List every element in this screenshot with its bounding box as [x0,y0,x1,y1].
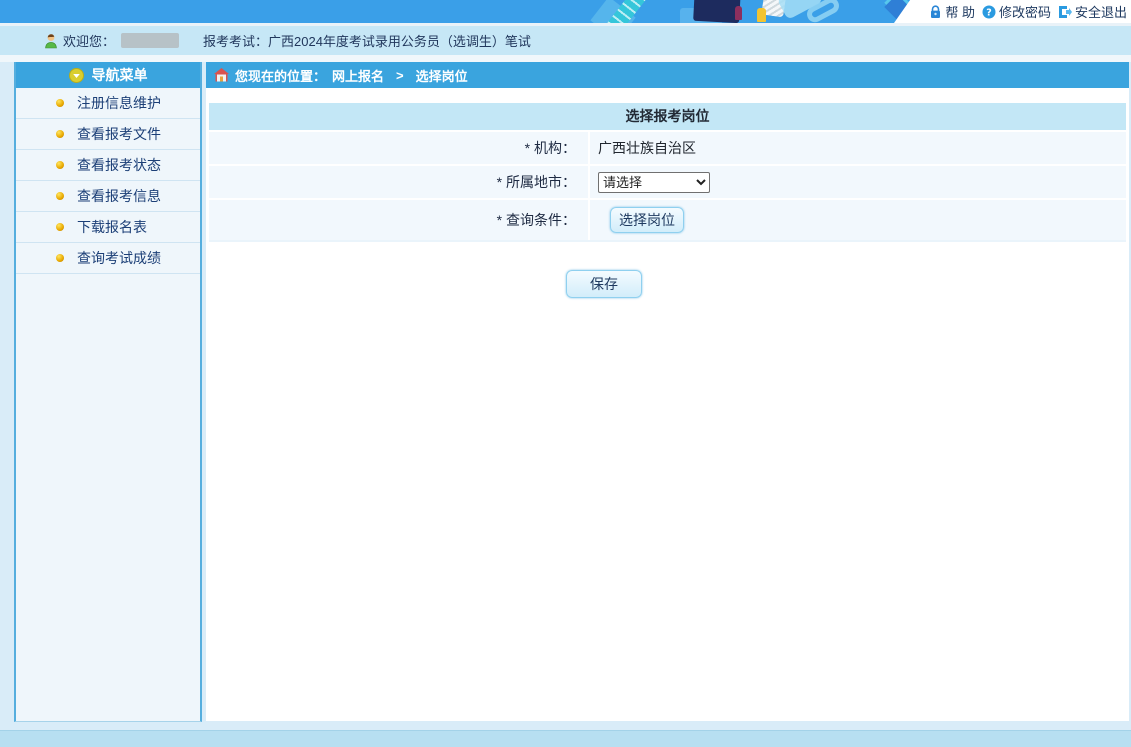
illustration-shape [757,8,766,22]
sidebar-item-register-info[interactable]: 注册信息维护 [16,88,200,119]
illustration-shape [735,6,742,20]
help-link-label: 帮 助 [945,2,975,21]
organization-label: * 机构： [209,132,590,164]
banner-links: 帮 助 ? 修改密码 安全退出 [929,0,1127,23]
change-password-link[interactable]: ? 修改密码 [982,2,1051,21]
chevron-down-circle-icon [69,68,84,83]
content-area: 选择报考岗位 * 机构： 广西壮族自治区 * 所属地市： 请选择 * 查询条件：… [206,88,1129,721]
svg-text:?: ? [986,7,992,18]
welcome-greeting: 欢迎您： [63,31,115,50]
form-row-query: * 查询条件： 选择岗位 [209,198,1126,240]
exam-info: 报考考试：广西2024年度考试录用公务员（选调生）笔试 [203,31,531,50]
sidebar-item-exam-score[interactable]: 查询考试成绩 [16,243,200,274]
lock-icon [929,5,942,19]
sidebar-item-label: 查看报考文件 [77,124,161,144]
footer-bar [0,730,1131,747]
redacted-username [121,33,179,48]
breadcrumb-prefix: 您现在的位置： [235,66,326,85]
city-label: * 所属地市： [209,166,590,198]
divider [0,55,1131,62]
dot-icon [56,99,64,107]
save-button[interactable]: 保存 [566,270,642,298]
dot-icon [56,130,64,138]
query-label: * 查询条件： [209,200,590,240]
nav-menu-header[interactable]: 导航菜单 [16,62,200,88]
home-icon [214,68,229,82]
change-password-label: 修改密码 [999,2,1051,21]
form-row-organization: * 机构： 广西壮族自治区 [209,130,1126,164]
sidebar-item-label: 查询考试成绩 [77,248,161,268]
city-select[interactable]: 请选择 [598,172,710,193]
question-icon: ? [982,5,996,19]
logout-link[interactable]: 安全退出 [1058,2,1127,21]
breadcrumb: 您现在的位置： 网上报名 > 选择岗位 [206,62,1129,88]
form-title: 选择报考岗位 [209,103,1126,130]
form-row-city: * 所属地市： 请选择 [209,164,1126,198]
dot-icon [56,192,64,200]
avatar-icon [44,33,58,49]
help-link[interactable]: 帮 助 [929,2,975,21]
dot-icon [56,161,64,169]
breadcrumb-separator: > [396,68,404,83]
dot-icon [56,254,64,262]
sidebar-item-exam-status[interactable]: 查看报考状态 [16,150,200,181]
choose-position-button[interactable]: 选择岗位 [610,207,684,233]
organization-value: 广西壮族自治区 [590,132,1126,164]
illustration-shape [693,0,741,23]
sidebar-item-label: 注册信息维护 [77,93,161,113]
exit-icon [1058,5,1072,19]
select-position-form: 选择报考岗位 * 机构： 广西壮族自治区 * 所属地市： 请选择 * 查询条件：… [209,103,1126,242]
sidebar: 导航菜单 注册信息维护 查看报考文件 查看报考状态 查看报考信息 下载报名表 查… [14,62,202,722]
top-banner: 帮 助 ? 修改密码 安全退出 [0,0,1131,23]
nav-menu-title: 导航菜单 [92,65,148,85]
logout-label: 安全退出 [1075,2,1127,21]
sidebar-item-label: 查看报考状态 [77,155,161,175]
sidebar-item-label: 查看报考信息 [77,186,161,206]
breadcrumb-section: 网上报名 [332,66,384,85]
sidebar-item-label: 下载报名表 [77,217,147,237]
sidebar-item-exam-files[interactable]: 查看报考文件 [16,119,200,150]
sidebar-item-download-form[interactable]: 下载报名表 [16,212,200,243]
sidebar-item-exam-info[interactable]: 查看报考信息 [16,181,200,212]
welcome-bar: 欢迎您： 报考考试：广西2024年度考试录用公务员（选调生）笔试 [0,26,1131,55]
breadcrumb-current: 选择岗位 [416,66,468,85]
save-row: 保存 [206,270,1129,298]
dot-icon [56,223,64,231]
